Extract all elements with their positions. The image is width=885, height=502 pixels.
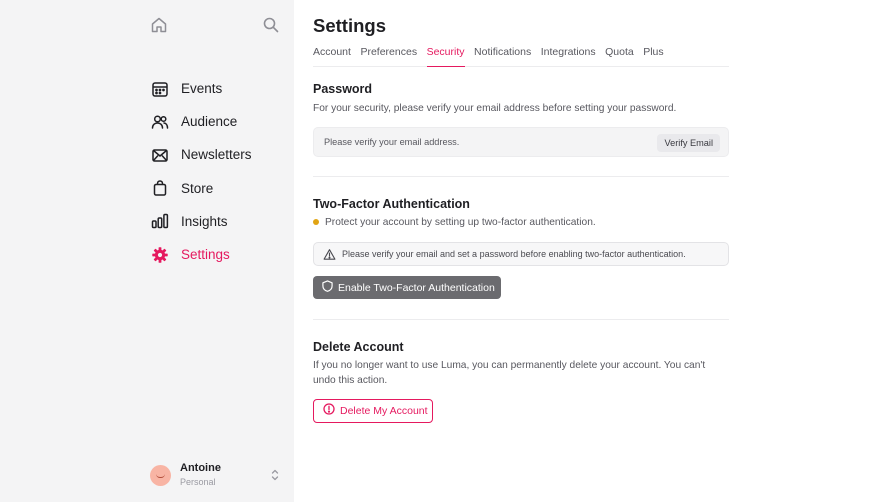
sidebar-nav: Events Audience Newsletters Store Insigh… [150,72,252,271]
status-dot [313,219,319,225]
two-factor-warning: Please verify your email and set a passw… [313,242,729,266]
bar-chart-icon [150,211,170,231]
user-subtitle: Personal [180,476,216,487]
password-notice-text: Please verify your email address. [324,137,460,147]
sidebar: Events Audience Newsletters Store Insigh… [0,0,294,502]
users-icon [150,112,170,132]
sidebar-item-label: Insights [181,213,228,229]
section-divider [313,319,729,320]
delete-account-description: If you no longer want to use Luma, you c… [313,360,706,386]
bag-icon [150,178,170,198]
sidebar-item-newsletters[interactable]: Newsletters [150,138,252,171]
settings-tabs: Account Preferences Security Notificatio… [313,44,729,67]
password-notice: Please verify your email address. Verify… [313,127,729,157]
sidebar-item-settings[interactable]: Settings [150,238,252,271]
enable-two-factor-label: Enable Two-Factor Authentication [338,281,495,294]
mail-icon [150,145,170,165]
delete-account-label: Delete My Account [340,405,428,417]
calendar-icon [150,79,170,99]
sidebar-top-icons [150,16,280,38]
sidebar-item-events[interactable]: Events [150,72,252,105]
sidebar-item-label: Settings [181,247,230,263]
two-factor-title: Two-Factor Authentication [313,197,470,211]
page-title: Settings [313,15,386,36]
tab-integrations[interactable]: Integrations [541,44,596,67]
password-description: For your security, please verify your em… [313,103,677,114]
tab-quota[interactable]: Quota [605,44,634,67]
section-divider [313,176,729,177]
chevron-up-down-icon [270,468,280,487]
tab-plus[interactable]: Plus [643,44,663,67]
tab-preferences[interactable]: Preferences [360,44,417,67]
avatar [150,464,171,486]
sidebar-item-store[interactable]: Store [150,172,252,205]
enable-two-factor-button[interactable]: Enable Two-Factor Authentication [313,276,501,299]
shield-icon [322,279,333,297]
tab-notifications[interactable]: Notifications [474,44,531,67]
alert-circle-icon [323,402,335,420]
gear-icon [150,245,170,265]
warning-text: Please verify your email and set a passw… [342,249,686,259]
user-name: Antoine [180,461,221,474]
delete-account-title: Delete Account [313,340,404,354]
account-switcher[interactable]: Antoine Personal [150,460,282,490]
search-icon[interactable] [262,16,280,39]
password-title: Password [313,82,373,96]
delete-account-button[interactable]: Delete My Account [313,399,433,423]
verify-email-button[interactable]: Verify Email [657,134,720,152]
user-info: Antoine Personal [180,462,221,489]
sidebar-item-label: Audience [181,114,238,130]
sidebar-item-audience[interactable]: Audience [150,105,252,138]
two-factor-status: Protect your account by setting up two-f… [325,217,596,228]
sidebar-item-insights[interactable]: Insights [150,205,252,238]
home-icon[interactable] [150,16,168,39]
tab-account[interactable]: Account [313,44,351,67]
tab-security[interactable]: Security [426,44,465,67]
warning-icon [323,248,336,266]
sidebar-item-label: Store [181,180,214,196]
sidebar-item-label: Newsletters [181,147,252,163]
sidebar-item-label: Events [181,81,223,97]
